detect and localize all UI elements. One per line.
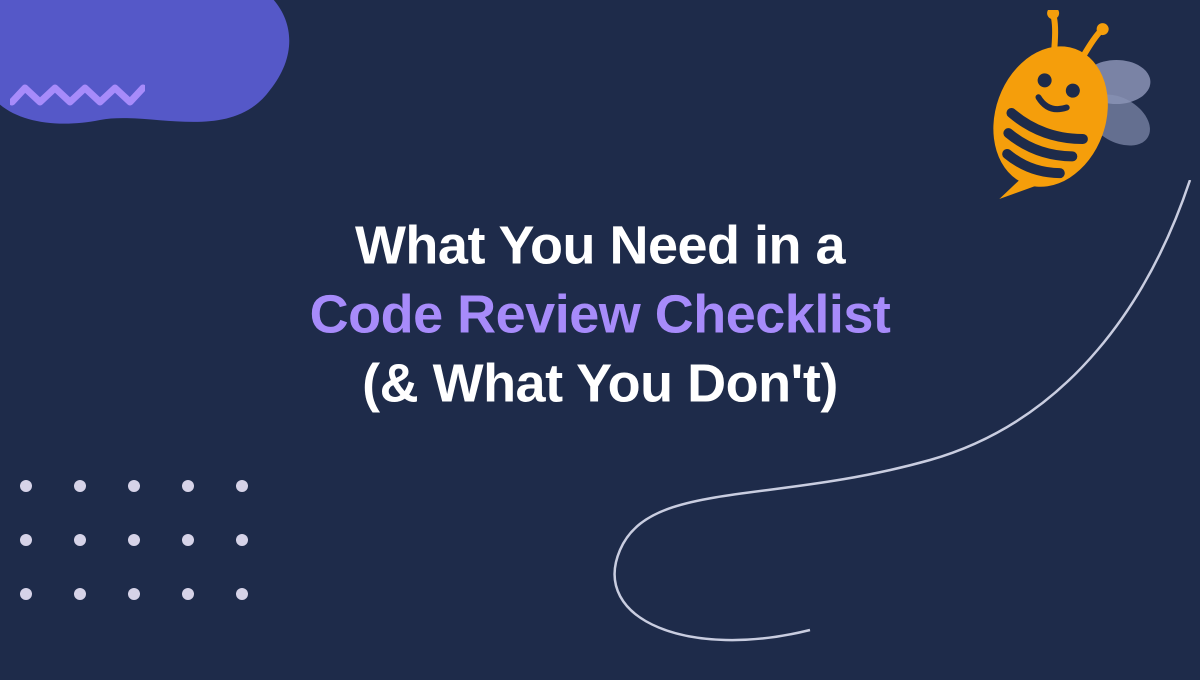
- dot-grid-decoration: [20, 480, 248, 600]
- hero-title: What You Need in a Code Review Checklist…: [0, 211, 1200, 418]
- title-line-3: (& What You Don't): [362, 354, 838, 414]
- blob-decoration: [0, 0, 310, 160]
- title-line-1: What You Need in a: [355, 215, 845, 275]
- title-line-2-accent: Code Review Checklist: [310, 284, 891, 344]
- zigzag-decoration: [10, 82, 145, 112]
